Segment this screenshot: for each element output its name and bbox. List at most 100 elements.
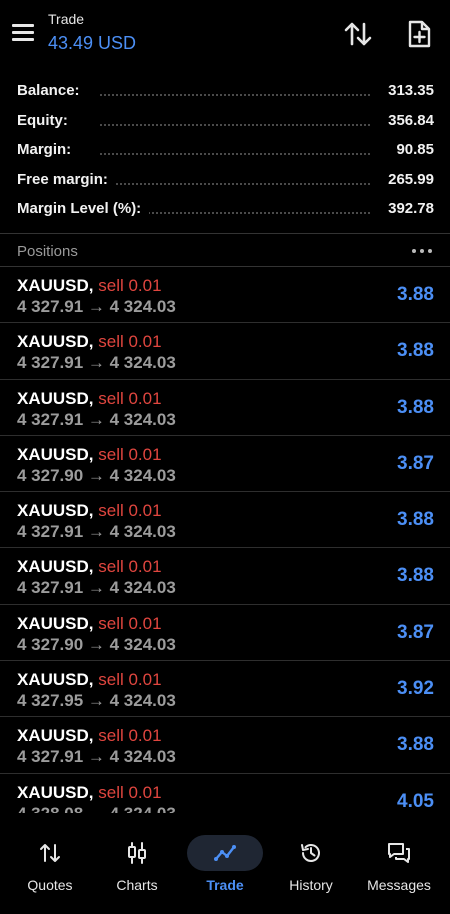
position-side: sell 0.01 bbox=[98, 388, 162, 408]
summary-row-balance: Balance: 313.35 bbox=[0, 76, 450, 106]
position-profit: 3.88 bbox=[397, 284, 434, 305]
nav-messages[interactable]: Messages bbox=[354, 813, 444, 914]
position-prices: 4 327.91 → 4 324.03 bbox=[17, 522, 176, 542]
nav-label: Messages bbox=[367, 877, 431, 893]
position-side: sell 0.01 bbox=[98, 276, 162, 295]
top-app-bar: Trade 43.49 USD bbox=[0, 0, 450, 70]
quotes-icon bbox=[12, 835, 88, 871]
position-title: XAUUSD, sell 0.01 bbox=[17, 614, 162, 634]
position-row[interactable]: XAUUSD, sell 0.01 4 327.91 → 4 324.03 3.… bbox=[0, 380, 450, 436]
position-row[interactable]: XAUUSD, sell 0.01 4 327.91 → 4 324.03 3.… bbox=[0, 717, 450, 774]
position-prices: 4 327.91 → 4 324.03 bbox=[17, 578, 176, 598]
position-side: sell 0.01 bbox=[98, 332, 162, 352]
position-prices: 4 327.90 → 4 324.03 bbox=[17, 465, 176, 485]
position-symbol: XAUUSD, bbox=[17, 276, 94, 295]
nav-trade[interactable]: Trade bbox=[180, 813, 270, 914]
position-title: XAUUSD, sell 0.01 bbox=[17, 445, 162, 465]
charts-icon bbox=[99, 835, 175, 871]
bottom-navigation: Quotes Charts Trade History Messages bbox=[0, 813, 450, 914]
position-symbol: XAUUSD, bbox=[17, 557, 94, 577]
position-side: sell 0.01 bbox=[98, 613, 162, 633]
margin-level-value: 392.78 bbox=[380, 200, 434, 217]
dot-leader bbox=[100, 182, 370, 185]
nav-label: Trade bbox=[206, 877, 244, 893]
messages-icon bbox=[361, 835, 437, 871]
equity-value: 356.84 bbox=[380, 111, 434, 129]
position-row[interactable]: XAUUSD, sell 0.01 4 327.91 → 4 324.03 3.… bbox=[0, 267, 450, 324]
dot-leader bbox=[100, 94, 370, 96]
position-profit: 3.87 bbox=[397, 452, 434, 474]
summary-row-free-margin: Free margin: 265.99 bbox=[0, 165, 450, 195]
summary-row-margin-level: Margin Level (%): 392.78 bbox=[0, 194, 450, 224]
position-side: sell 0.01 bbox=[98, 557, 162, 577]
position-title: XAUUSD, sell 0.01 bbox=[17, 332, 162, 352]
header-profit-amount: 43.49 USD bbox=[48, 33, 137, 53]
nav-charts[interactable]: Charts bbox=[92, 813, 182, 914]
position-profit: 3.87 bbox=[397, 621, 434, 643]
sort-icon[interactable] bbox=[342, 18, 374, 50]
position-symbol: XAUUSD, bbox=[17, 726, 94, 746]
balance-value: 313.35 bbox=[380, 82, 434, 99]
position-prices: 4 327.90 → 4 324.03 bbox=[17, 634, 176, 654]
summary-row-equity: Equity: 356.84 bbox=[0, 106, 450, 136]
equity-label: Equity: bbox=[17, 111, 76, 129]
position-profit: 3.88 bbox=[397, 565, 434, 587]
free-margin-label: Free margin: bbox=[17, 170, 116, 188]
dot-leader bbox=[100, 153, 370, 155]
position-symbol: XAUUSD, bbox=[17, 332, 94, 352]
position-title: XAUUSD, sell 0.01 bbox=[17, 501, 162, 521]
position-prices: 4 327.95 → 4 324.03 bbox=[17, 691, 176, 711]
position-row[interactable]: XAUUSD, sell 0.01 4 327.91 → 4 324.03 3.… bbox=[0, 323, 450, 380]
free-margin-value: 265.99 bbox=[380, 170, 434, 188]
position-row[interactable]: XAUUSD, sell 0.01 4 327.90 → 4 324.03 3.… bbox=[0, 436, 450, 493]
nav-label: Quotes bbox=[27, 877, 73, 893]
history-icon bbox=[273, 835, 349, 871]
nav-quotes[interactable]: Quotes bbox=[5, 813, 95, 914]
position-side: sell 0.01 bbox=[98, 726, 162, 746]
position-title: XAUUSD, sell 0.01 bbox=[17, 276, 162, 296]
position-title: XAUUSD, sell 0.01 bbox=[17, 389, 162, 409]
position-profit: 3.88 bbox=[397, 396, 434, 418]
margin-level-label: Margin Level (%): bbox=[17, 200, 150, 217]
position-profit: 3.88 bbox=[397, 509, 434, 531]
more-options-icon[interactable] bbox=[410, 242, 434, 258]
position-prices: 4 327.91 → 4 324.03 bbox=[17, 353, 176, 373]
page-title: Trade bbox=[48, 11, 85, 27]
position-title: XAUUSD, sell 0.01 bbox=[17, 670, 162, 690]
position-row[interactable]: XAUUSD, sell 0.01 4 327.91 → 4 324.03 3.… bbox=[0, 548, 450, 605]
nav-history[interactable]: History bbox=[266, 813, 356, 914]
position-side: sell 0.01 bbox=[98, 444, 162, 464]
position-profit: 3.88 bbox=[397, 734, 434, 756]
position-title: XAUUSD, sell 0.01 bbox=[17, 557, 162, 577]
new-order-icon[interactable] bbox=[403, 18, 435, 50]
position-side: sell 0.01 bbox=[98, 782, 162, 802]
position-prices: 4 327.91 → 4 324.03 bbox=[17, 409, 176, 429]
dot-leader bbox=[100, 123, 370, 126]
summary-row-margin: Margin: 90.85 bbox=[0, 135, 450, 165]
position-symbol: XAUUSD, bbox=[17, 444, 94, 464]
nav-label: Charts bbox=[116, 877, 158, 893]
position-profit: 3.88 bbox=[397, 340, 434, 362]
position-symbol: XAUUSD, bbox=[17, 782, 94, 802]
margin-value: 90.85 bbox=[388, 141, 434, 158]
position-side: sell 0.01 bbox=[98, 670, 162, 690]
account-summary: Balance: 313.35 Equity: 356.84 Margin: 9… bbox=[0, 76, 450, 224]
position-row[interactable]: XAUUSD, sell 0.01 4 328.08 → 4 324.03 4.… bbox=[0, 774, 450, 813]
positions-list: XAUUSD, sell 0.01 4 327.91 → 4 324.03 3.… bbox=[0, 267, 450, 813]
position-symbol: XAUUSD, bbox=[17, 501, 94, 521]
position-row[interactable]: XAUUSD, sell 0.01 4 327.90 → 4 324.03 3.… bbox=[0, 605, 450, 662]
position-row[interactable]: XAUUSD, sell 0.01 4 327.91 → 4 324.03 3.… bbox=[0, 492, 450, 549]
positions-header: Positions bbox=[0, 234, 450, 266]
position-title: XAUUSD, sell 0.01 bbox=[17, 726, 162, 746]
position-prices: 4 328.08 → 4 324.03 bbox=[17, 804, 176, 813]
position-prices: 4 327.91 → 4 324.03 bbox=[17, 747, 176, 767]
position-title: XAUUSD, sell 0.01 bbox=[17, 783, 162, 803]
margin-label: Margin: bbox=[17, 141, 80, 158]
position-prices: 4 327.91 → 4 324.03 bbox=[17, 297, 176, 316]
menu-icon[interactable] bbox=[10, 20, 38, 46]
position-profit: 4.05 bbox=[397, 790, 434, 812]
position-row[interactable]: XAUUSD, sell 0.01 4 327.95 → 4 324.03 3.… bbox=[0, 661, 450, 718]
balance-label: Balance: bbox=[17, 82, 88, 99]
nav-label: History bbox=[289, 877, 333, 893]
position-symbol: XAUUSD, bbox=[17, 388, 94, 408]
